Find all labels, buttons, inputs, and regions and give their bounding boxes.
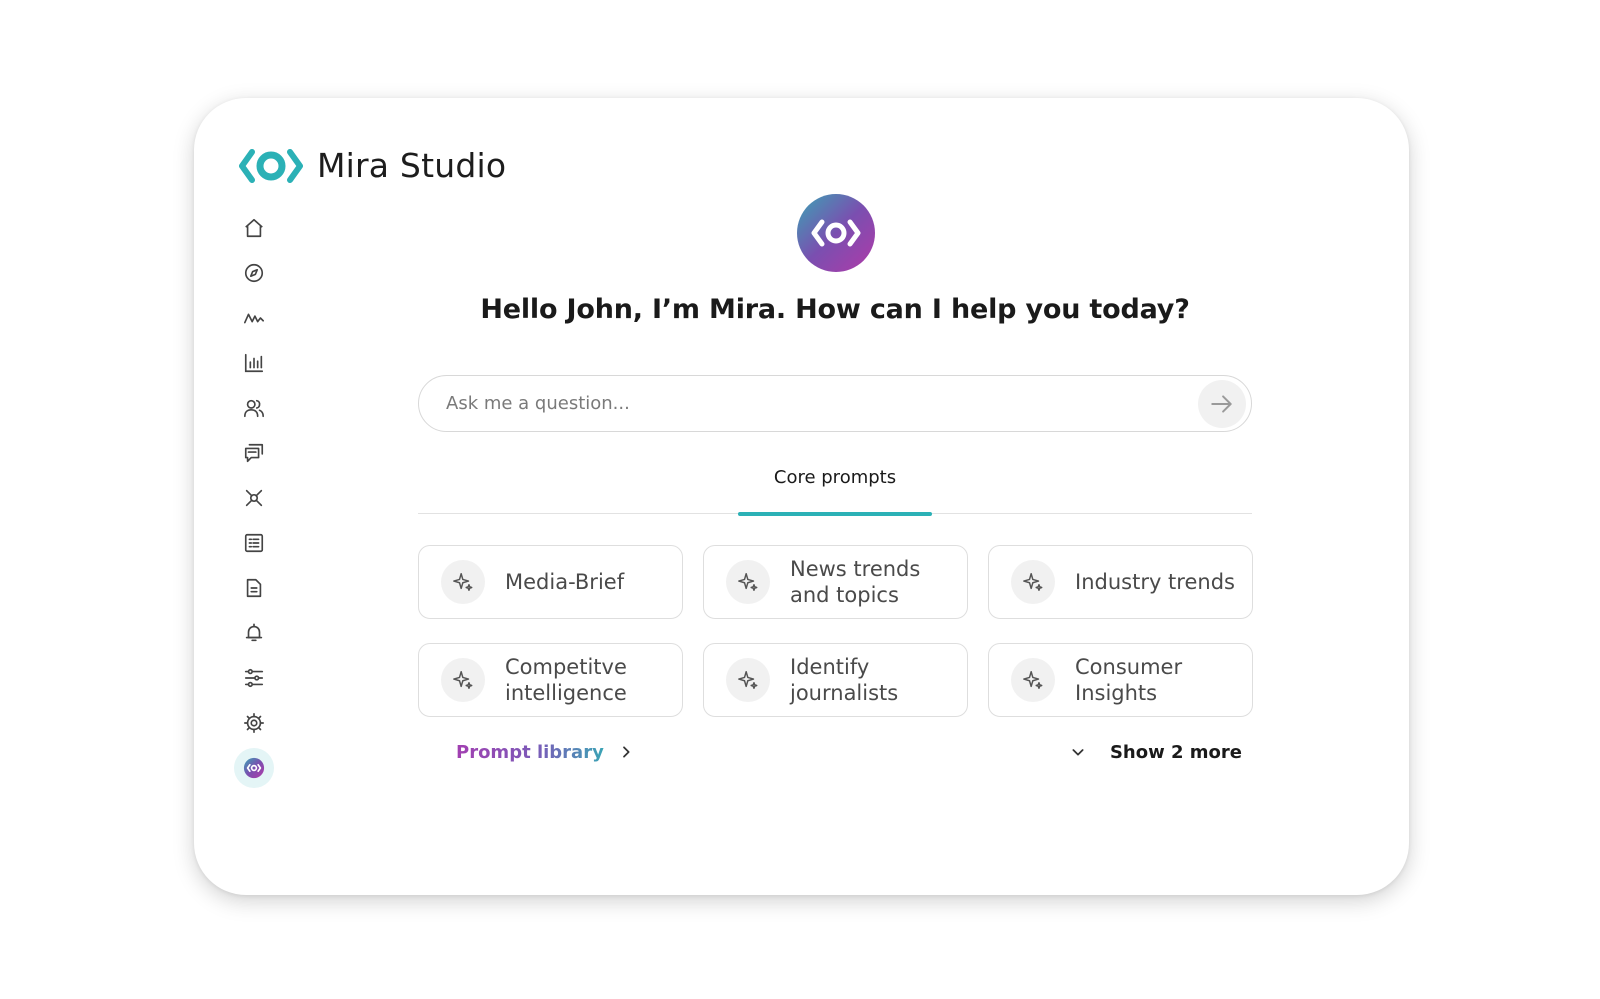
sidebar-item-alerts[interactable] — [234, 613, 274, 653]
app-title: Mira Studio — [317, 146, 507, 185]
prompt-label: Competitve intelligence — [505, 655, 627, 705]
greeting-rest: , I’m Mira. How can I help you today? — [632, 294, 1190, 325]
tab-core-prompts[interactable]: Core prompts — [738, 464, 932, 514]
network-icon — [245, 489, 263, 507]
sparkle-icon — [1011, 658, 1055, 702]
sidebar-item-network[interactable] — [234, 478, 274, 518]
sidebar-item-activity[interactable] — [234, 298, 274, 338]
mira-eye-logo — [239, 148, 303, 183]
sidebar-item-explore[interactable] — [234, 253, 274, 293]
prompt-card-identify-journalists[interactable]: Identify journalists — [703, 643, 968, 717]
prompt-label: News trends and topics — [790, 557, 921, 607]
sparkle-icon — [1011, 560, 1055, 604]
compass-icon — [244, 263, 264, 283]
greeting-heading: Hello John, I’m Mira. How can I help you… — [418, 294, 1252, 325]
prompt-library-label: Prompt library — [456, 741, 604, 763]
app-window: Mira Studio Hello John, I’m Mira. How ca… — [194, 98, 1409, 895]
prompt-label: Industry trends — [1075, 570, 1235, 594]
chevron-right-icon — [622, 746, 630, 758]
sidebar-item-reports[interactable] — [234, 568, 274, 608]
prompt-card-consumer-insights[interactable]: Consumer Insights — [988, 643, 1253, 717]
bell-icon — [245, 623, 263, 642]
prompt-card-industry-trends[interactable]: Industry trends — [988, 545, 1253, 619]
list-document-icon — [244, 533, 264, 553]
arrow-right-icon — [1211, 394, 1232, 413]
greeting-name: Hello John — [480, 294, 633, 325]
gear-icon — [244, 713, 264, 733]
sidebar-item-people[interactable] — [234, 388, 274, 428]
brand[interactable]: Mira Studio — [239, 146, 506, 185]
sidebar-item-conversations[interactable] — [234, 433, 274, 473]
sparkle-icon — [726, 658, 770, 702]
tab-bar: Core prompts — [418, 464, 1252, 516]
sparkle-icon — [441, 658, 485, 702]
sidebar-item-home[interactable] — [234, 208, 274, 248]
sidebar-item-filters[interactable] — [234, 658, 274, 698]
sidebar-item-settings[interactable] — [234, 703, 274, 743]
mira-eye-icon — [811, 219, 861, 247]
users-icon — [244, 399, 264, 418]
sidebar-item-mira[interactable] — [234, 748, 274, 788]
bar-chart-icon — [244, 353, 264, 373]
prompt-card-news-trends[interactable]: News trends and topics — [703, 545, 968, 619]
sidebar — [234, 208, 274, 793]
prompt-label: Identify journalists — [790, 655, 899, 705]
show-more-button[interactable]: Show 2 more — [1070, 732, 1242, 772]
sliders-icon — [244, 668, 264, 688]
prompt-grid: Media-Brief News trends and topics Indus… — [418, 545, 1253, 717]
prompt-card-media-brief[interactable]: Media-Brief — [418, 545, 683, 619]
send-button[interactable] — [1198, 379, 1246, 428]
prompt-label: Consumer Insights — [1075, 655, 1183, 705]
question-input[interactable] — [446, 393, 1198, 414]
file-icon — [246, 578, 262, 598]
mira-icon — [243, 757, 265, 779]
prompt-library-link[interactable]: Prompt library — [418, 732, 634, 772]
search-bar — [418, 375, 1252, 432]
prompt-footer: Prompt library Show 2 more — [418, 732, 1252, 772]
mira-avatar — [797, 194, 875, 272]
show-more-label: Show 2 more — [1109, 741, 1242, 763]
activity-icon — [244, 313, 264, 324]
active-tab-indicator — [738, 512, 932, 516]
menu-lines-icon — [418, 744, 442, 760]
prompt-card-competitive-intelligence[interactable]: Competitve intelligence — [418, 643, 683, 717]
sidebar-item-analytics[interactable] — [234, 343, 274, 383]
home-icon — [245, 218, 263, 238]
sidebar-item-lists[interactable] — [234, 523, 274, 563]
prompt-label: Media-Brief — [505, 570, 625, 594]
chevron-down-icon — [1072, 749, 1084, 756]
sparkle-icon — [441, 560, 485, 604]
chat-icon — [244, 443, 264, 463]
sparkle-icon — [726, 560, 770, 604]
